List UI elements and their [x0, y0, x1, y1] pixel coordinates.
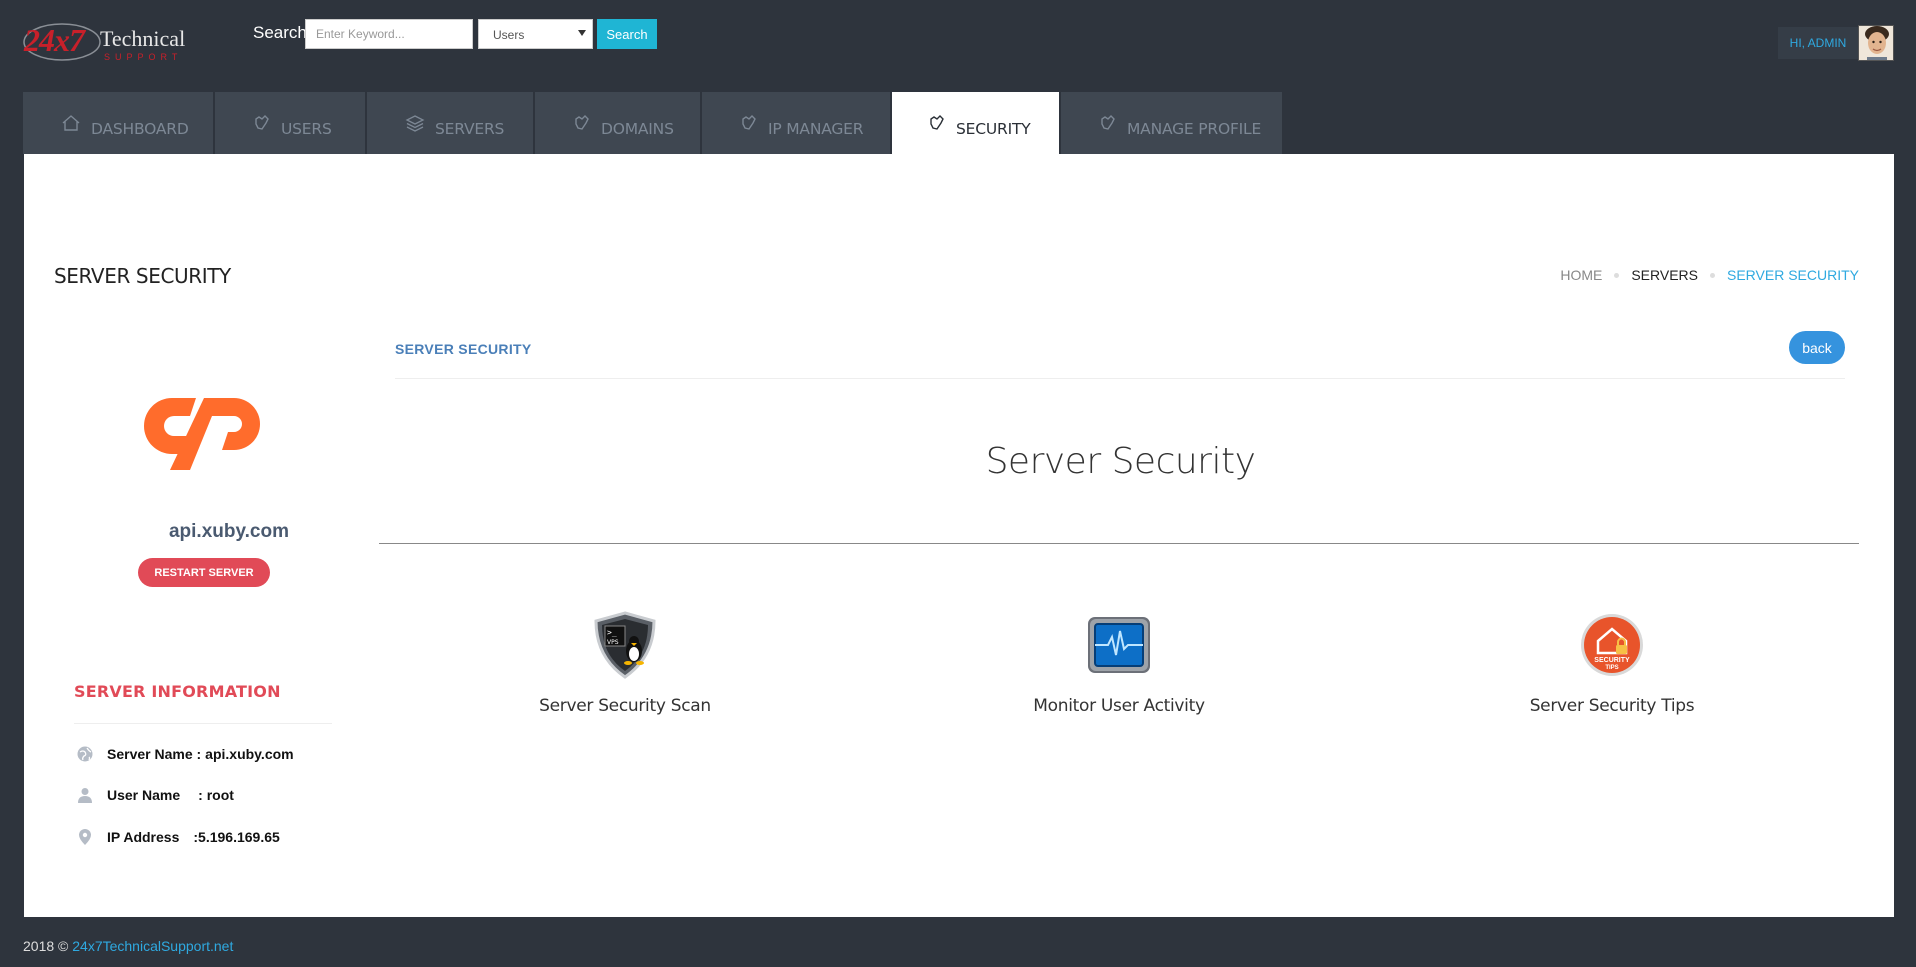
search-input[interactable]	[305, 19, 473, 49]
tab-domains[interactable]: DOMAINS	[535, 92, 700, 154]
hand-icon	[928, 114, 946, 136]
tab-label: USERS	[281, 120, 332, 138]
tab-servers[interactable]: SERVERS	[367, 92, 533, 154]
breadcrumb-servers[interactable]: SERVERS	[1631, 267, 1698, 283]
search-category-select[interactable]: Users	[478, 19, 593, 49]
footer: 2018 © 24x7TechnicalSupport.net	[23, 938, 233, 954]
tab-security[interactable]: SECURITY	[892, 92, 1059, 154]
logo-tagline: SUPPORT	[104, 52, 183, 62]
divider	[74, 723, 332, 724]
feature-server-security-tips[interactable]: SECURITY TIPS Server Security Tips	[1482, 611, 1742, 716]
info-value: : root	[198, 787, 234, 803]
info-value: :5.196.169.65	[193, 829, 280, 845]
breadcrumb-current: SERVER SECURITY	[1727, 267, 1859, 283]
feature-server-security-scan[interactable]: >_ VPS Server Security Scan	[495, 611, 755, 716]
tab-ip-manager[interactable]: IP MANAGER	[702, 92, 890, 154]
cpanel-logo-icon	[138, 380, 270, 477]
avatar-face-icon	[1859, 26, 1893, 60]
info-row-user-name: User Name : root	[74, 787, 234, 803]
divider	[395, 378, 1845, 379]
feature-label: Server Security Scan	[539, 696, 711, 716]
tab-label: IP MANAGER	[768, 120, 864, 138]
restart-server-button[interactable]: RESTART SERVER	[138, 558, 270, 587]
info-key: User Name	[107, 787, 181, 803]
tab-manage-profile[interactable]: MANAGE PROFILE	[1061, 92, 1282, 154]
tab-dashboard[interactable]: DASHBOARD	[23, 92, 213, 154]
chevron-down-icon	[578, 30, 586, 36]
tab-label: SECURITY	[956, 120, 1031, 138]
svg-text:SECURITY: SECURITY	[1594, 657, 1630, 664]
hand-icon	[1099, 114, 1117, 136]
svg-text:TIPS: TIPS	[1605, 665, 1618, 671]
hand-icon	[253, 114, 271, 136]
tab-label: SERVERS	[435, 120, 505, 138]
divider	[379, 543, 1859, 544]
page-title: SERVER SECURITY	[54, 264, 231, 288]
search-label: Search	[253, 23, 307, 42]
breadcrumb-home[interactable]: HOME	[1560, 267, 1602, 283]
footer-link[interactable]: 24x7TechnicalSupport.net	[72, 938, 233, 954]
logo-number: 24x7	[24, 22, 85, 58]
tab-label: MANAGE PROFILE	[1127, 120, 1262, 138]
server-hostname: api.xuby.com	[168, 521, 289, 542]
main-nav: DASHBOARD USERS SERVERS DOMAINS IP MANAG…	[23, 92, 1284, 154]
content-panel: SERVER SECURITY HOME SERVERS SERVER SECU…	[24, 154, 1894, 917]
brand-logo[interactable]: 24x7 Technical SUPPORT	[22, 16, 186, 70]
tab-label: DOMAINS	[601, 120, 674, 138]
feature-monitor-user-activity[interactable]: Monitor User Activity	[989, 611, 1249, 716]
user-greeting[interactable]: HI, ADMIN	[1778, 27, 1858, 59]
breadcrumb-separator	[1710, 272, 1715, 278]
section-heading: Server Security	[985, 441, 1256, 482]
globe-icon	[74, 746, 96, 762]
breadcrumb-separator	[1614, 272, 1620, 278]
hand-icon	[573, 114, 591, 136]
info-row-server-name: Server Name : api.xuby.com	[74, 746, 294, 762]
user-icon	[74, 787, 96, 803]
logo-word: Technical	[100, 26, 186, 51]
info-value: api.xuby.com	[205, 746, 294, 762]
server-info-title: SERVER INFORMATION	[74, 682, 281, 701]
info-row-ip-address: IP Address :5.196.169.65	[74, 828, 280, 846]
svg-text:>_: >_	[607, 628, 617, 637]
section-label: SERVER SECURITY	[395, 341, 532, 357]
layers-icon	[405, 114, 425, 136]
avatar[interactable]	[1858, 25, 1894, 61]
feature-label: Monitor User Activity	[1033, 696, 1205, 716]
search-button[interactable]: Search	[597, 19, 657, 49]
footer-copyright: 2018 ©	[23, 938, 69, 954]
map-pin-icon	[74, 828, 96, 846]
feature-label: Server Security Tips	[1529, 696, 1695, 716]
vps-shield-icon: >_ VPS	[495, 611, 755, 679]
tab-label: DASHBOARD	[91, 120, 189, 138]
search-category-value: Users	[493, 28, 525, 42]
svg-text:VPS: VPS	[607, 639, 619, 646]
info-key: IP Address	[107, 829, 180, 845]
security-tips-icon: SECURITY TIPS	[1482, 611, 1742, 679]
hand-icon	[740, 114, 758, 136]
info-key: Server Name :	[107, 746, 202, 762]
home-icon	[61, 114, 81, 136]
monitor-activity-icon	[989, 611, 1249, 679]
breadcrumb: HOME SERVERS SERVER SECURITY	[1560, 267, 1859, 283]
back-button[interactable]: back	[1789, 331, 1845, 364]
tab-users[interactable]: USERS	[215, 92, 365, 154]
